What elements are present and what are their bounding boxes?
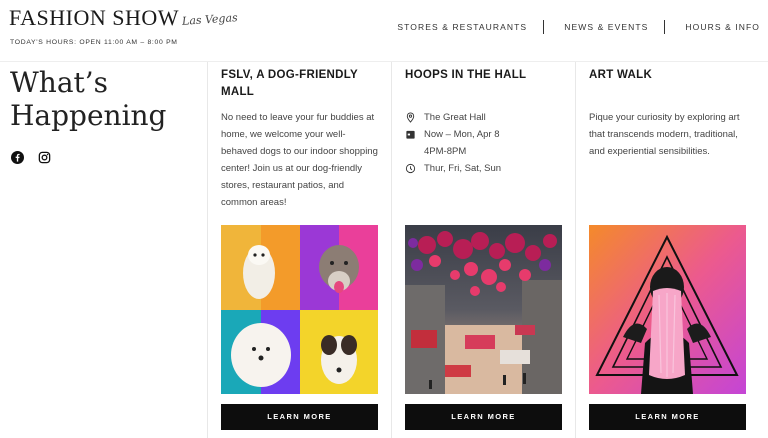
location-pin-icon: [405, 112, 417, 123]
card-description: No need to leave your fur buddies at hom…: [221, 112, 378, 208]
instagram-icon[interactable]: [38, 151, 51, 164]
section-title-line1: What’s: [10, 66, 109, 99]
logo-wordmark: FASHION SHOW: [9, 5, 179, 30]
great-hall-image[interactable]: [405, 225, 562, 394]
section-title-line2: Happening: [10, 99, 167, 132]
nav-divider: [664, 20, 666, 34]
learn-more-button[interactable]: LEARN MORE: [589, 404, 746, 430]
main-nav: STORES & RESTAURANTS NEWS & EVENTS HOURS…: [397, 20, 760, 34]
event-card-dog-friendly: FSLV, A DOG-FRIENDLY MALL No need to lea…: [207, 62, 391, 438]
art-walk-image[interactable]: [589, 225, 746, 394]
section-title: What’s Happening: [10, 66, 166, 132]
social-links: [11, 151, 51, 164]
nav-stores-restaurants[interactable]: STORES & RESTAURANTS: [397, 22, 527, 32]
todays-hours: TODAY'S HOURS: OPEN 11:00 AM – 8:00 PM: [10, 39, 178, 46]
card-title[interactable]: FSLV, A DOG-FRIENDLY MALL: [221, 67, 381, 101]
dogs-collage-image[interactable]: [221, 225, 378, 394]
facebook-icon[interactable]: [11, 151, 24, 164]
location-text: The Great Hall: [424, 112, 486, 123]
nav-divider: [543, 20, 545, 34]
event-details: The Great Hall Now – Mon, Apr 8 4PM-8PM …: [405, 109, 565, 177]
card-title[interactable]: ART WALK: [589, 67, 749, 84]
nav-hours-info[interactable]: HOURS & INFO: [685, 22, 760, 32]
event-card-hoops: HOOPS IN THE HALL The Great Hall Now – M…: [391, 62, 575, 438]
calendar-icon: [405, 129, 417, 140]
event-dates: Now – Mon, Apr 8 4PM-8PM: [405, 126, 565, 160]
event-location: The Great Hall: [405, 109, 565, 126]
nav-news-events[interactable]: NEWS & EVENTS: [564, 22, 648, 32]
section-intro: What’s Happening: [0, 62, 207, 438]
learn-more-button[interactable]: LEARN MORE: [405, 404, 562, 430]
clock-icon: [405, 163, 417, 174]
learn-more-button[interactable]: LEARN MORE: [221, 404, 378, 430]
card-description: Pique your curiosity by exploring art th…: [589, 112, 740, 157]
event-days: Thur, Fri, Sat, Sun: [405, 160, 565, 177]
card-title[interactable]: HOOPS IN THE HALL: [405, 67, 565, 84]
dates-text: Now – Mon, Apr 8: [424, 129, 500, 140]
site-header: FASHION SHOW Las Vegas TODAY'S HOURS: OP…: [0, 0, 768, 62]
days-text: Thur, Fri, Sat, Sun: [424, 163, 502, 174]
logo-script: Las Vegas: [181, 11, 239, 28]
event-card-art-walk: ART WALK Pique your curiosity by explori…: [575, 62, 759, 438]
times-text: 4PM-8PM: [424, 146, 467, 157]
fashion-show-logo[interactable]: FASHION SHOW Las Vegas: [9, 6, 238, 30]
